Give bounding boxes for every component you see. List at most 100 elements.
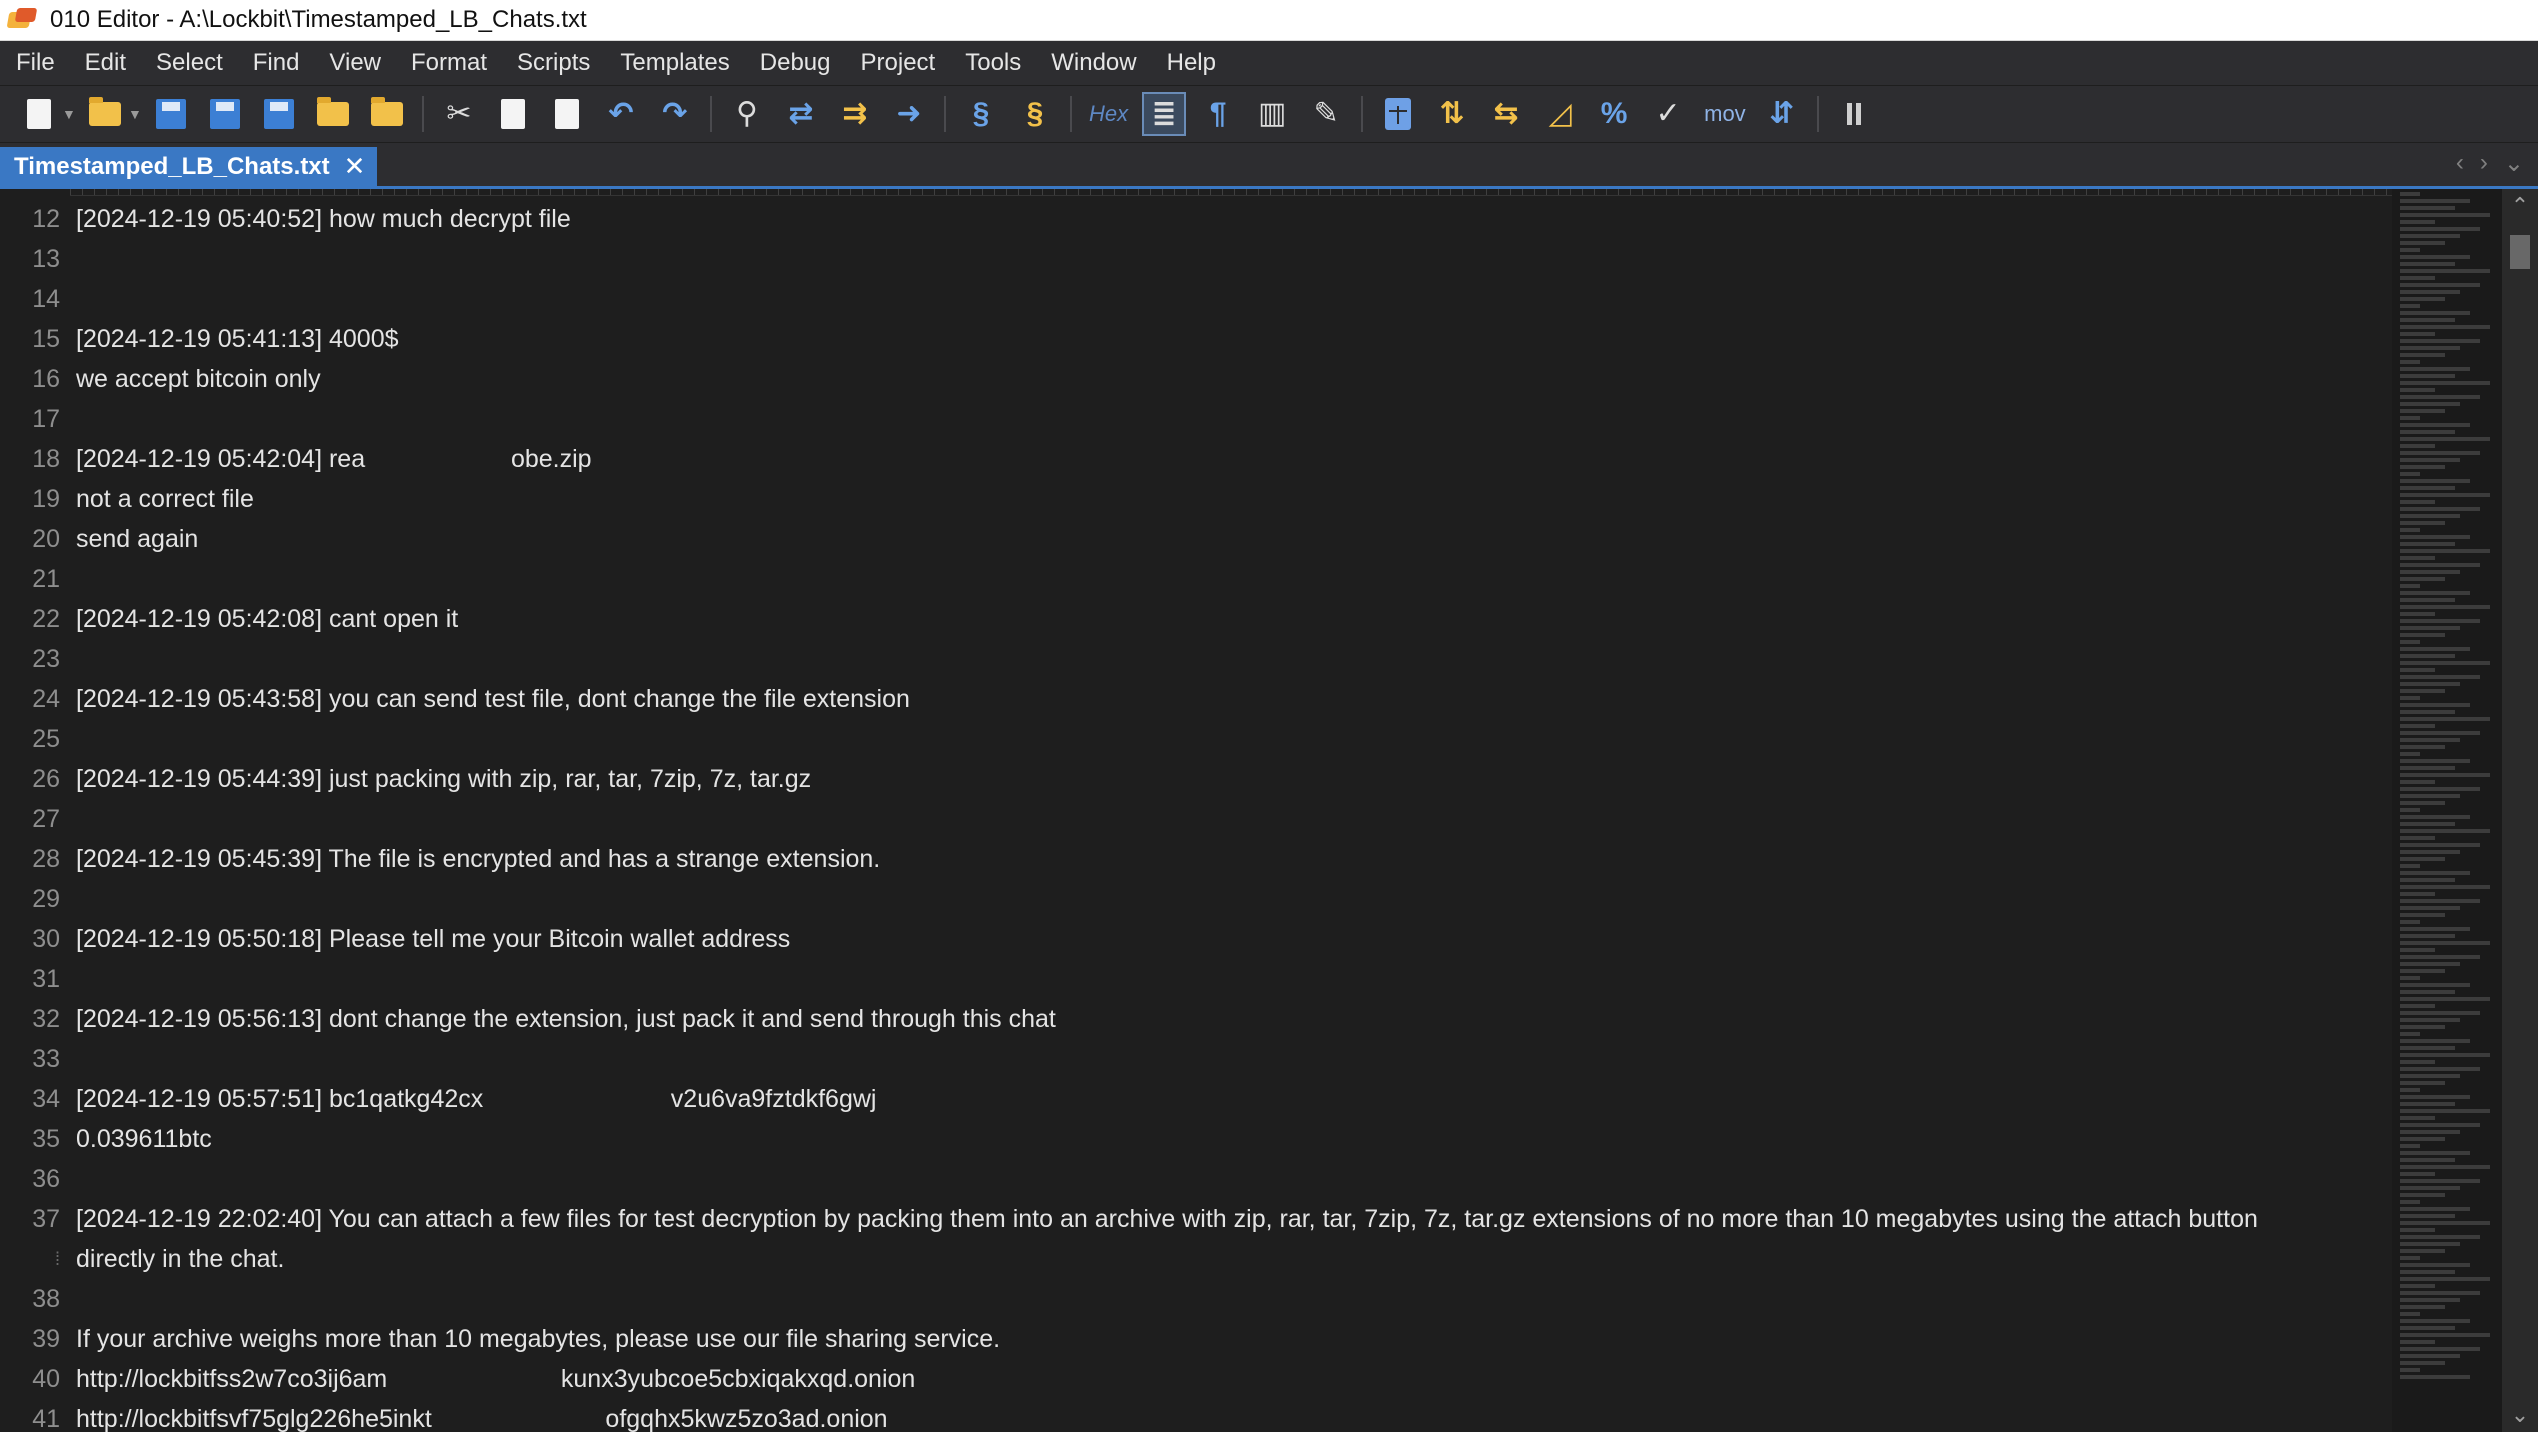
editor-line[interactable]: 20 send again bbox=[0, 519, 2392, 559]
new-dropdown-icon[interactable]: ▼ bbox=[62, 106, 78, 122]
editor-line[interactable]: 13 bbox=[0, 239, 2392, 279]
replace-button[interactable]: ⇄ bbox=[779, 92, 823, 136]
run-template-button[interactable]: § bbox=[1013, 92, 1057, 136]
redo-button[interactable]: ↷ bbox=[653, 92, 697, 136]
editor-line[interactable]: 21 bbox=[0, 559, 2392, 599]
editor-line[interactable]: 40 http://lockbitfss2w7co3ij6am kunx3yubc… bbox=[0, 1359, 2392, 1399]
highlight-button[interactable]: ✎ bbox=[1304, 92, 1348, 136]
editor-line[interactable]: 17 bbox=[0, 399, 2392, 439]
editor-line[interactable]: 27 bbox=[0, 799, 2392, 839]
editor-line[interactable]: 16 we accept bitcoin only bbox=[0, 359, 2392, 399]
run-script-button[interactable]: § bbox=[959, 92, 1003, 136]
open-workspace-button[interactable] bbox=[365, 92, 409, 136]
open-folder-button[interactable] bbox=[311, 92, 355, 136]
menu-debug[interactable]: Debug bbox=[744, 41, 845, 85]
save-button[interactable] bbox=[149, 92, 193, 136]
editor-line[interactable]: 15 [2024-12-19 05:41:13] 4000$ bbox=[0, 319, 2392, 359]
line-text: directly in the chat. bbox=[76, 1245, 285, 1273]
editor-line[interactable]: 19 not a correct file bbox=[0, 479, 2392, 519]
minimap[interactable] bbox=[2392, 189, 2502, 1432]
disassembler-button[interactable]: mov bbox=[1700, 92, 1750, 136]
pause-button[interactable] bbox=[1832, 92, 1876, 136]
line-text: not a correct file bbox=[76, 485, 254, 513]
menu-window[interactable]: Window bbox=[1035, 41, 1150, 85]
show-whitespace-button[interactable]: ¶ bbox=[1196, 92, 1240, 136]
scroll-down-icon[interactable]: ⌄ bbox=[2502, 1400, 2538, 1430]
scroll-up-icon[interactable]: ⌃ bbox=[2502, 191, 2538, 221]
minimap-line bbox=[2400, 738, 2460, 742]
minimap-line bbox=[2400, 1249, 2445, 1253]
editor-line[interactable]: 37 [2024-12-19 22:02:40] You can attach a… bbox=[0, 1199, 2392, 1239]
open-dropdown-icon[interactable]: ▼ bbox=[128, 106, 144, 122]
editor-line[interactable]: 34 [2024-12-19 05:57:51] bc1qatkg42cx v2u… bbox=[0, 1079, 2392, 1119]
menu-select[interactable]: Select bbox=[140, 41, 237, 85]
base-converter-button[interactable]: ⇵ bbox=[1760, 92, 1804, 136]
editor-line[interactable]: 39 If your archive weighs more than 10 me… bbox=[0, 1319, 2392, 1359]
editor-line[interactable]: 26 [2024-12-19 05:44:39] just packing wit… bbox=[0, 759, 2392, 799]
open-file-button[interactable] bbox=[83, 92, 127, 136]
editor-line[interactable]: 18 [2024-12-19 05:42:04] rea obe.zip bbox=[0, 439, 2392, 479]
editor-line[interactable]: 14 bbox=[0, 279, 2392, 319]
checksum-button[interactable]: ✓ bbox=[1646, 92, 1690, 136]
goto-button[interactable]: ➜ bbox=[887, 92, 931, 136]
text-mode-button[interactable]: ≣ bbox=[1142, 92, 1187, 136]
undo-button[interactable]: ↶ bbox=[599, 92, 643, 136]
editor-line[interactable]: 32 [2024-12-19 05:56:13] dont change the … bbox=[0, 999, 2392, 1039]
menu-scripts[interactable]: Scripts bbox=[501, 41, 604, 85]
new-file-button[interactable] bbox=[17, 92, 61, 136]
save-all-button[interactable] bbox=[257, 92, 301, 136]
minimap-line bbox=[2400, 444, 2435, 448]
calculator-button[interactable] bbox=[1376, 92, 1420, 136]
text-editor[interactable]: 12 [2024-12-19 05:40:52] how much decrypt… bbox=[0, 189, 2392, 1432]
chevron-down-icon[interactable]: ⌄ bbox=[2504, 149, 2524, 178]
editor-line[interactable]: 24 [2024-12-19 05:43:58] you can send tes… bbox=[0, 679, 2392, 719]
editor-line[interactable]: 23 bbox=[0, 639, 2392, 679]
scrollbar-thumb[interactable] bbox=[2510, 235, 2530, 269]
editor-line[interactable]: 12 [2024-12-19 05:40:52] how much decrypt… bbox=[0, 199, 2392, 239]
editor-line[interactable]: 41 http://lockbitfsvf75glg226he5inkt ofgq… bbox=[0, 1399, 2392, 1432]
menu-edit[interactable]: Edit bbox=[69, 41, 140, 85]
redo-icon: ↷ bbox=[662, 97, 688, 130]
close-icon[interactable]: ✕ bbox=[344, 151, 366, 182]
percent-button[interactable]: % bbox=[1592, 92, 1636, 136]
find-in-files-button[interactable]: ⇉ bbox=[833, 92, 877, 136]
columns-button[interactable]: ▥ bbox=[1250, 92, 1294, 136]
menu-tools[interactable]: Tools bbox=[949, 41, 1035, 85]
editor-line[interactable]: 36 bbox=[0, 1159, 2392, 1199]
minimap-line bbox=[2400, 528, 2420, 532]
find-button[interactable]: ⚲ bbox=[725, 92, 769, 136]
editor-line[interactable]: 38 bbox=[0, 1279, 2392, 1319]
cut-button[interactable]: ✂ bbox=[437, 92, 481, 136]
copy-button[interactable] bbox=[491, 92, 535, 136]
editor-line[interactable]: ⁞ directly in the chat. bbox=[0, 1239, 2392, 1279]
menu-file[interactable]: File bbox=[0, 41, 69, 85]
editor-line[interactable]: 35 0.039611btc bbox=[0, 1119, 2392, 1159]
menu-bar: File Edit Select Find View Format Script… bbox=[0, 41, 2538, 85]
editor-line[interactable]: 22 [2024-12-19 05:42:08] cant open it bbox=[0, 599, 2392, 639]
swap-button[interactable]: ⇆ bbox=[1484, 92, 1528, 136]
menu-view[interactable]: View bbox=[313, 41, 395, 85]
paste-button[interactable] bbox=[545, 92, 589, 136]
column-ruler bbox=[70, 189, 2392, 196]
vertical-scrollbar[interactable]: ⌃ ⌄ bbox=[2502, 189, 2538, 1432]
chevron-left-icon[interactable]: ‹ bbox=[2456, 149, 2464, 178]
save-as-button[interactable] bbox=[203, 92, 247, 136]
tab-timestamped-lb-chats[interactable]: Timestamped_LB_Chats.txt ✕ bbox=[0, 147, 378, 186]
editor-line[interactable]: 33 bbox=[0, 1039, 2392, 1079]
histogram-button[interactable]: ◿ bbox=[1538, 92, 1582, 136]
line-number: 17 bbox=[32, 405, 60, 433]
compare-button[interactable]: ⇅ bbox=[1430, 92, 1474, 136]
minimap-line bbox=[2400, 1221, 2490, 1225]
chevron-right-icon[interactable]: › bbox=[2480, 149, 2488, 178]
editor-line[interactable]: 25 bbox=[0, 719, 2392, 759]
editor-line[interactable]: 28 [2024-12-19 05:45:39] The file is encr… bbox=[0, 839, 2392, 879]
menu-templates[interactable]: Templates bbox=[604, 41, 743, 85]
menu-find[interactable]: Find bbox=[237, 41, 314, 85]
menu-project[interactable]: Project bbox=[845, 41, 950, 85]
menu-help[interactable]: Help bbox=[1151, 41, 1230, 85]
editor-line[interactable]: 31 bbox=[0, 959, 2392, 999]
editor-line[interactable]: 30 [2024-12-19 05:50:18] Please tell me y… bbox=[0, 919, 2392, 959]
editor-line[interactable]: 29 bbox=[0, 879, 2392, 919]
menu-format[interactable]: Format bbox=[395, 41, 501, 85]
hex-mode-button[interactable]: Hex bbox=[1085, 92, 1132, 136]
